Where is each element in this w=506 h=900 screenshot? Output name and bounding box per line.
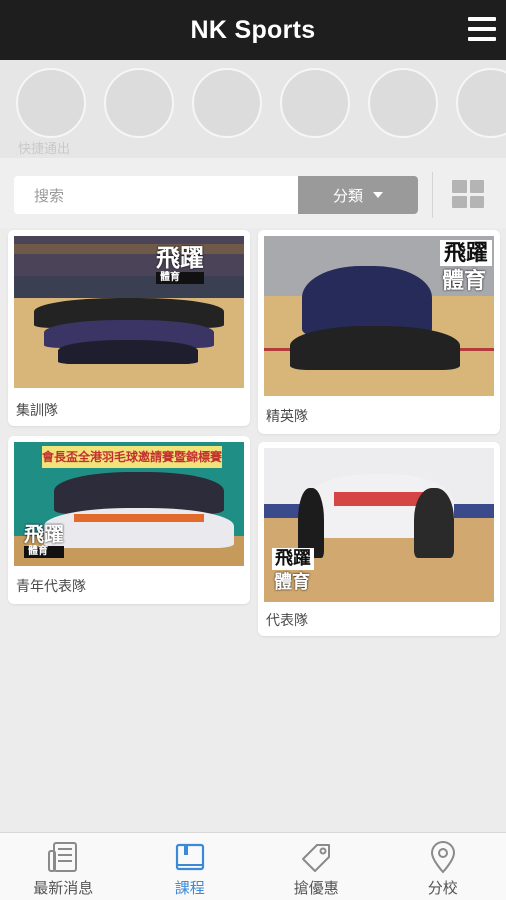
app-header: NK Sports [0,0,506,60]
brand-watermark: 飛躍 [275,548,311,569]
tab-label: 搶優惠 [293,879,339,897]
divider [432,172,433,218]
grid-view-icon[interactable] [452,180,484,208]
course-photo: 飛躍 體育 [14,236,244,388]
category-filter-button[interactable]: 分類 [298,176,418,214]
course-card[interactable]: 飛躍 體育 代表隊 [258,442,500,636]
course-card[interactable]: 飛躍 體育 精英隊 [258,230,500,434]
brand-watermark: 飛躍 [444,240,489,266]
course-photo: 飛躍 體育 [264,236,494,396]
tab-deals[interactable]: 搶優惠 [253,833,380,900]
course-label: 代表隊 [266,613,308,629]
brand-watermark: 飛躍 [156,243,204,272]
caret-down-icon [373,192,383,198]
tab-label: 分校 [427,879,458,897]
course-label: 精英隊 [266,409,308,425]
tag-icon [302,844,331,872]
course-card[interactable]: 飛躍 體育 集訓隊 [8,230,250,426]
quick-access-item[interactable] [368,68,438,138]
category-filter-label: 分類 [332,186,363,205]
course-photo: 會長盃全港羽毛球邀請賽暨錦標賽 飛躍 體育 [14,442,244,566]
quick-access-item[interactable] [280,68,350,138]
event-banner: 會長盃全港羽毛球邀請賽暨錦標賽 [42,446,222,468]
quick-access-item[interactable] [192,68,262,138]
bottom-tab-bar: 最新消息 課程 搶優惠 分校 [0,832,506,900]
tab-courses[interactable]: 課程 [127,833,254,900]
tab-label: 最新消息 [33,879,94,897]
brand-watermark-sub: 體育 [156,272,204,284]
brand-watermark-sub: 體育 [274,572,310,593]
app-title: NK Sports [190,15,316,44]
search-bar: 搜索 分類 [0,158,506,228]
course-card[interactable]: 會長盃全港羽毛球邀請賽暨錦標賽 飛躍 體育 青年代表隊 [8,436,250,604]
newspaper-icon [48,842,78,872]
tab-label: 課程 [174,879,205,897]
tab-news[interactable]: 最新消息 [0,833,127,900]
quick-access-item[interactable] [16,68,86,138]
course-label: 集訓隊 [16,403,58,419]
quick-access-label: 快捷通出 [18,142,71,157]
quick-access-bar: 快捷通出 [0,60,506,158]
tab-branches[interactable]: 分校 [380,833,506,900]
hamburger-menu-icon[interactable] [468,17,496,41]
brand-watermark-sub: 體育 [24,546,64,558]
quick-access-item[interactable] [456,68,506,138]
search-input[interactable]: 搜索 [14,176,298,214]
location-pin-icon [430,841,455,874]
brand-watermark-sub: 體育 [442,268,487,294]
course-photo: 飛躍 體育 [264,448,494,602]
book-icon [175,843,204,871]
quick-access-item[interactable] [104,68,174,138]
brand-watermark: 飛躍 [24,522,64,546]
course-label: 青年代表隊 [16,579,86,595]
